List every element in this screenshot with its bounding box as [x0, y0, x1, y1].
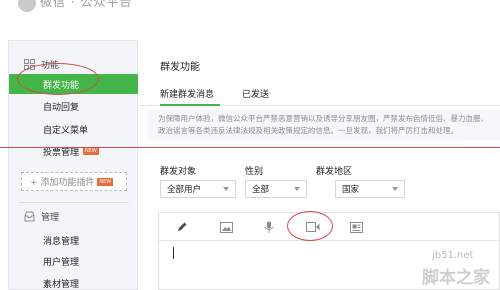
- image-icon[interactable]: [219, 220, 233, 234]
- region-select-value: 国家: [342, 185, 360, 195]
- policy-notice: 为保障用户体验，微信公众平台严禁恶意营销以及诱导分享朋友圈，严禁发布色情低俗、暴…: [148, 110, 500, 140]
- watermark-site: jb51.net: [432, 250, 474, 261]
- add-plugin-label: + 添加功能插件: [30, 178, 95, 188]
- sidebar-item-messages[interactable]: 消息管理: [9, 230, 138, 250]
- sidebar-item-label: 用户管理: [43, 257, 80, 268]
- chevron-down-icon: [392, 187, 398, 191]
- inbox-icon: [24, 211, 35, 222]
- tab-active-indicator: [160, 104, 220, 106]
- sidebar-item-users[interactable]: 用户管理: [9, 251, 138, 271]
- article-icon[interactable]: [349, 220, 363, 234]
- sidebar-divider: [19, 202, 129, 203]
- sidebar-item-materials[interactable]: 素材管理: [9, 273, 138, 290]
- annotation-line: [0, 147, 500, 148]
- sidebar-section-manage: 管理: [24, 210, 59, 223]
- pencil-icon[interactable]: [175, 220, 189, 234]
- microphone-icon[interactable]: [262, 220, 276, 234]
- sidebar-item-label: 素材管理: [43, 279, 80, 290]
- page-title: 群发功能: [160, 62, 200, 73]
- gender-select[interactable]: 全部: [245, 180, 307, 198]
- chevron-down-icon: [223, 187, 229, 191]
- watermark-brand: 脚本之家: [422, 268, 490, 288]
- filter-label-region: 群发地区: [316, 167, 353, 177]
- annotation-circle: [17, 63, 99, 95]
- sidebar-item-label: 自动回复: [43, 102, 80, 113]
- annotation-circle: [287, 211, 333, 241]
- new-badge: NEW: [97, 177, 114, 186]
- sidebar-item-auto-reply[interactable]: 自动回复: [9, 96, 138, 116]
- brand-title: 微信 · 公众平台: [40, 0, 133, 9]
- tab-sent[interactable]: 已发送: [242, 87, 269, 100]
- tab-bar: 新建群发消息 已发送: [140, 80, 500, 106]
- gender-select-value: 全部: [252, 185, 270, 195]
- filter-label-target: 群发对象: [160, 167, 197, 177]
- target-select[interactable]: 全部用户: [160, 180, 236, 198]
- sidebar-item-label: 消息管理: [43, 236, 80, 247]
- add-plugin-button[interactable]: + 添加功能插件 NEW: [21, 172, 127, 191]
- sidebar-section-label: 管理: [41, 213, 60, 223]
- filter-label-gender: 性别: [245, 167, 264, 177]
- target-select-value: 全部用户: [167, 185, 202, 195]
- new-badge: NEW: [83, 147, 99, 155]
- sidebar-item-custom-menu[interactable]: 自定义菜单: [9, 119, 138, 139]
- sidebar-item-label: 自定义菜单: [43, 125, 89, 136]
- sidebar-item-vote[interactable]: 投票管理 NEW: [9, 141, 138, 161]
- top-bar: 微信 · 公众平台: [0, 0, 500, 32]
- text-cursor: [173, 247, 174, 259]
- chevron-down-icon: [294, 187, 300, 191]
- logo-icon: [18, 0, 36, 12]
- region-select[interactable]: 国家: [335, 180, 405, 198]
- tab-new-mass-message[interactable]: 新建群发消息: [160, 87, 214, 100]
